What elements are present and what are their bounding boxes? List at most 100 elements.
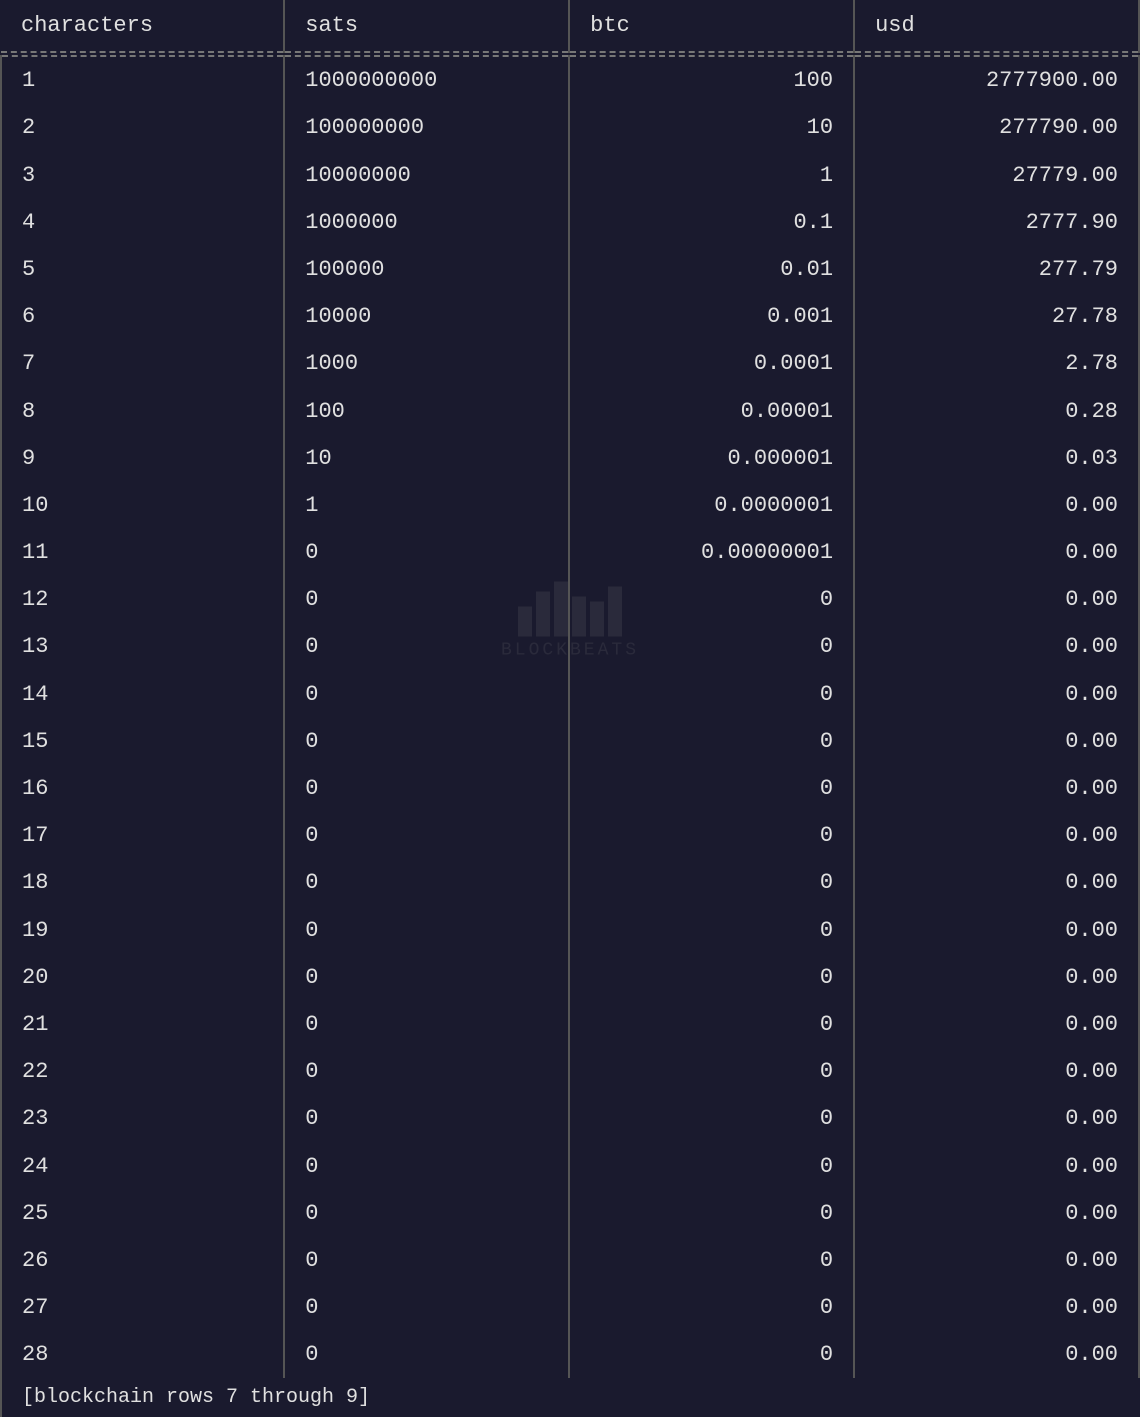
cell-usd: 0.03 <box>854 435 1139 482</box>
cell-sats: 0 <box>284 1095 569 1142</box>
table-row: 19000.00 <box>1 907 1139 954</box>
cell-btc: 0 <box>569 954 854 1001</box>
cell-chars: 14 <box>1 671 284 718</box>
cell-btc: 0 <box>569 907 854 954</box>
cell-sats: 0 <box>284 1331 569 1378</box>
cell-chars: 15 <box>1 718 284 765</box>
cell-btc: 0 <box>569 1331 854 1378</box>
table-container: characters sats btc usd 1100000000010027… <box>0 0 1140 1417</box>
table-row: 310000000127779.00 <box>1 152 1139 199</box>
cell-sats: 0 <box>284 1284 569 1331</box>
table-row: 27000.00 <box>1 1284 1139 1331</box>
cell-usd: 27779.00 <box>854 152 1139 199</box>
cell-usd: 0.00 <box>854 859 1139 906</box>
cell-btc: 0 <box>569 1095 854 1142</box>
cell-sats: 0 <box>284 1048 569 1095</box>
cell-usd: 2.78 <box>854 340 1139 387</box>
table-row: 9100.0000010.03 <box>1 435 1139 482</box>
cell-usd: 0.00 <box>854 671 1139 718</box>
cell-btc: 0 <box>569 1001 854 1048</box>
cell-chars: 10 <box>1 482 284 529</box>
cell-sats: 0 <box>284 1237 569 1284</box>
cell-sats: 0 <box>284 907 569 954</box>
cell-chars: 2 <box>1 104 284 151</box>
cell-sats: 0 <box>284 859 569 906</box>
cell-usd: 0.00 <box>854 1190 1139 1237</box>
cell-chars: 8 <box>1 388 284 435</box>
cell-chars: 4 <box>1 199 284 246</box>
cell-sats: 0 <box>284 812 569 859</box>
table-row: 1100.000000010.00 <box>1 529 1139 576</box>
cell-usd: 0.00 <box>854 1331 1139 1378</box>
table-row: 410000000.12777.90 <box>1 199 1139 246</box>
cell-chars: 6 <box>1 293 284 340</box>
cell-sats: 0 <box>284 1143 569 1190</box>
cell-btc: 1 <box>569 152 854 199</box>
cell-btc: 0.00001 <box>569 388 854 435</box>
table-row: 22000.00 <box>1 1048 1139 1095</box>
cell-usd: 0.00 <box>854 954 1139 1001</box>
cell-usd: 0.00 <box>854 1143 1139 1190</box>
data-table: characters sats btc usd 1100000000010027… <box>0 0 1140 1378</box>
cell-usd: 0.00 <box>854 1095 1139 1142</box>
table-row: 26000.00 <box>1 1237 1139 1284</box>
cell-sats: 0 <box>284 954 569 1001</box>
cell-btc: 0 <box>569 1237 854 1284</box>
cell-usd: 0.00 <box>854 1001 1139 1048</box>
cell-chars: 18 <box>1 859 284 906</box>
cell-chars: 5 <box>1 246 284 293</box>
table-row: 16000.00 <box>1 765 1139 812</box>
cell-chars: 12 <box>1 576 284 623</box>
col-header-usd: usd <box>854 0 1139 52</box>
cell-btc: 0 <box>569 765 854 812</box>
cell-usd: 0.00 <box>854 529 1139 576</box>
cell-usd: 277.79 <box>854 246 1139 293</box>
cell-usd: 2777900.00 <box>854 56 1139 104</box>
cell-usd: 0.00 <box>854 907 1139 954</box>
cell-usd: 0.00 <box>854 812 1139 859</box>
cell-btc: 0.001 <box>569 293 854 340</box>
cell-chars: 19 <box>1 907 284 954</box>
table-row: 51000000.01277.79 <box>1 246 1139 293</box>
cell-sats: 100000 <box>284 246 569 293</box>
cell-btc: 0 <box>569 1284 854 1331</box>
cell-btc: 0.000001 <box>569 435 854 482</box>
cell-sats: 1000000000 <box>284 56 569 104</box>
cell-btc: 0 <box>569 718 854 765</box>
cell-btc: 0 <box>569 1190 854 1237</box>
cell-btc: 0.0000001 <box>569 482 854 529</box>
cell-btc: 10 <box>569 104 854 151</box>
table-row: 6100000.00127.78 <box>1 293 1139 340</box>
cell-usd: 0.00 <box>854 1048 1139 1095</box>
cell-btc: 0 <box>569 1048 854 1095</box>
cell-usd: 0.00 <box>854 576 1139 623</box>
table-row: 13000.00 <box>1 623 1139 670</box>
cell-chars: 3 <box>1 152 284 199</box>
cell-chars: 26 <box>1 1237 284 1284</box>
col-header-btc: btc <box>569 0 854 52</box>
cell-chars: 25 <box>1 1190 284 1237</box>
cell-chars: 11 <box>1 529 284 576</box>
table-row: 14000.00 <box>1 671 1139 718</box>
cell-usd: 0.28 <box>854 388 1139 435</box>
cell-sats: 100000000 <box>284 104 569 151</box>
cell-sats: 0 <box>284 1001 569 1048</box>
table-row: 21000.00 <box>1 1001 1139 1048</box>
table-row: 17000.00 <box>1 812 1139 859</box>
cell-btc: 0.1 <box>569 199 854 246</box>
cell-usd: 0.00 <box>854 482 1139 529</box>
cell-sats: 0 <box>284 718 569 765</box>
cell-btc: 0 <box>569 671 854 718</box>
cell-chars: 20 <box>1 954 284 1001</box>
table-row: 28000.00 <box>1 1331 1139 1378</box>
cell-sats: 0 <box>284 671 569 718</box>
col-header-characters: characters <box>1 0 284 52</box>
cell-sats: 0 <box>284 1190 569 1237</box>
cell-sats: 10000 <box>284 293 569 340</box>
cell-sats: 1000 <box>284 340 569 387</box>
cell-chars: 23 <box>1 1095 284 1142</box>
cell-btc: 0 <box>569 1143 854 1190</box>
cell-sats: 0 <box>284 529 569 576</box>
cell-btc: 100 <box>569 56 854 104</box>
table-row: 210000000010277790.00 <box>1 104 1139 151</box>
